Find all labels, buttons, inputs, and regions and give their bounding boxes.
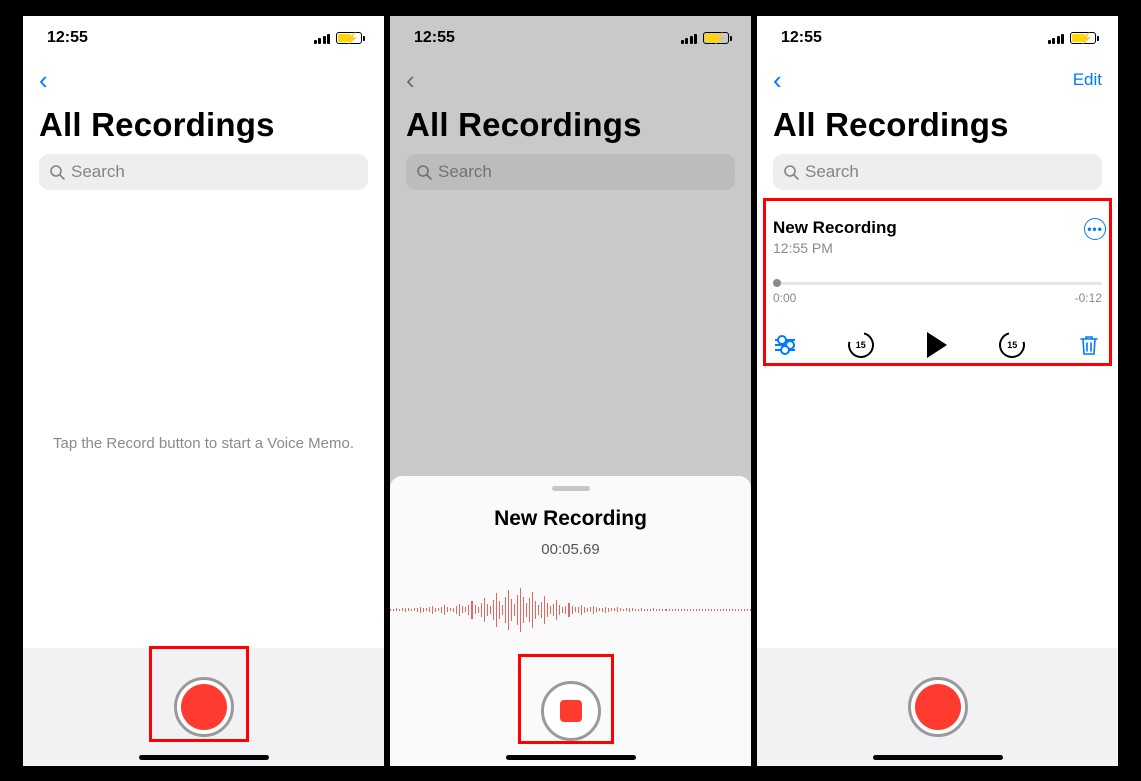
recording-title: New Recording [390, 507, 751, 531]
recording-timer: 00:05.69 [390, 541, 751, 558]
search-placeholder: Search [438, 162, 492, 182]
status-right: ⚡ [314, 32, 363, 44]
nav-bar: ‹ [390, 60, 751, 100]
annotation-highlight [518, 654, 614, 744]
status-right: ⚡ [681, 32, 730, 44]
home-indicator[interactable] [139, 755, 269, 760]
search-icon [783, 164, 799, 180]
record-bar [757, 648, 1118, 766]
annotation-highlight [149, 646, 249, 742]
cellular-signal-icon [1048, 32, 1065, 44]
screenshot-1: 12:55 ⚡ ‹ All Recordings Search Tap the … [23, 16, 384, 766]
empty-state-hint: Tap the Record button to start a Voice M… [23, 435, 384, 452]
status-time: 12:55 [414, 29, 455, 47]
home-indicator[interactable] [506, 755, 636, 760]
status-bar: 12:55 ⚡ [23, 16, 384, 60]
search-placeholder: Search [805, 162, 859, 182]
back-chevron-icon[interactable]: ‹ [406, 67, 415, 93]
home-indicator[interactable] [873, 755, 1003, 760]
back-chevron-icon[interactable]: ‹ [773, 67, 782, 93]
battery-icon: ⚡ [336, 32, 362, 44]
search-icon [416, 164, 432, 180]
search-input[interactable]: Search [773, 154, 1102, 190]
status-time: 12:55 [47, 29, 88, 47]
status-right: ⚡ [1048, 32, 1097, 44]
back-chevron-icon[interactable]: ‹ [39, 67, 48, 93]
search-input[interactable]: Search [406, 154, 735, 190]
nav-bar: ‹ [23, 60, 384, 100]
search-placeholder: Search [71, 162, 125, 182]
page-title: All Recordings [390, 100, 751, 154]
battery-icon: ⚡ [703, 32, 729, 44]
cellular-signal-icon [314, 32, 331, 44]
edit-button[interactable]: Edit [1073, 70, 1102, 90]
record-start-icon [915, 684, 961, 730]
status-bar: 12:55 ⚡ [757, 16, 1118, 60]
page-title: All Recordings [757, 100, 1118, 154]
waveform-icon [390, 584, 751, 636]
screenshot-3: 12:55 ⚡ ‹ Edit All Recordings Search New… [757, 16, 1118, 766]
page-title: All Recordings [23, 100, 384, 154]
screenshot-2: 12:55 ⚡ ‹ All Recordings Search New Reco… [390, 16, 751, 766]
search-input[interactable]: Search [39, 154, 368, 190]
record-button[interactable] [908, 677, 968, 737]
search-icon [49, 164, 65, 180]
sheet-grabber[interactable] [552, 486, 590, 491]
battery-icon: ⚡ [1070, 32, 1096, 44]
status-bar: 12:55 ⚡ [390, 16, 751, 60]
nav-bar: ‹ Edit [757, 60, 1118, 100]
status-time: 12:55 [781, 29, 822, 47]
cellular-signal-icon [681, 32, 698, 44]
annotation-highlight [763, 198, 1112, 366]
